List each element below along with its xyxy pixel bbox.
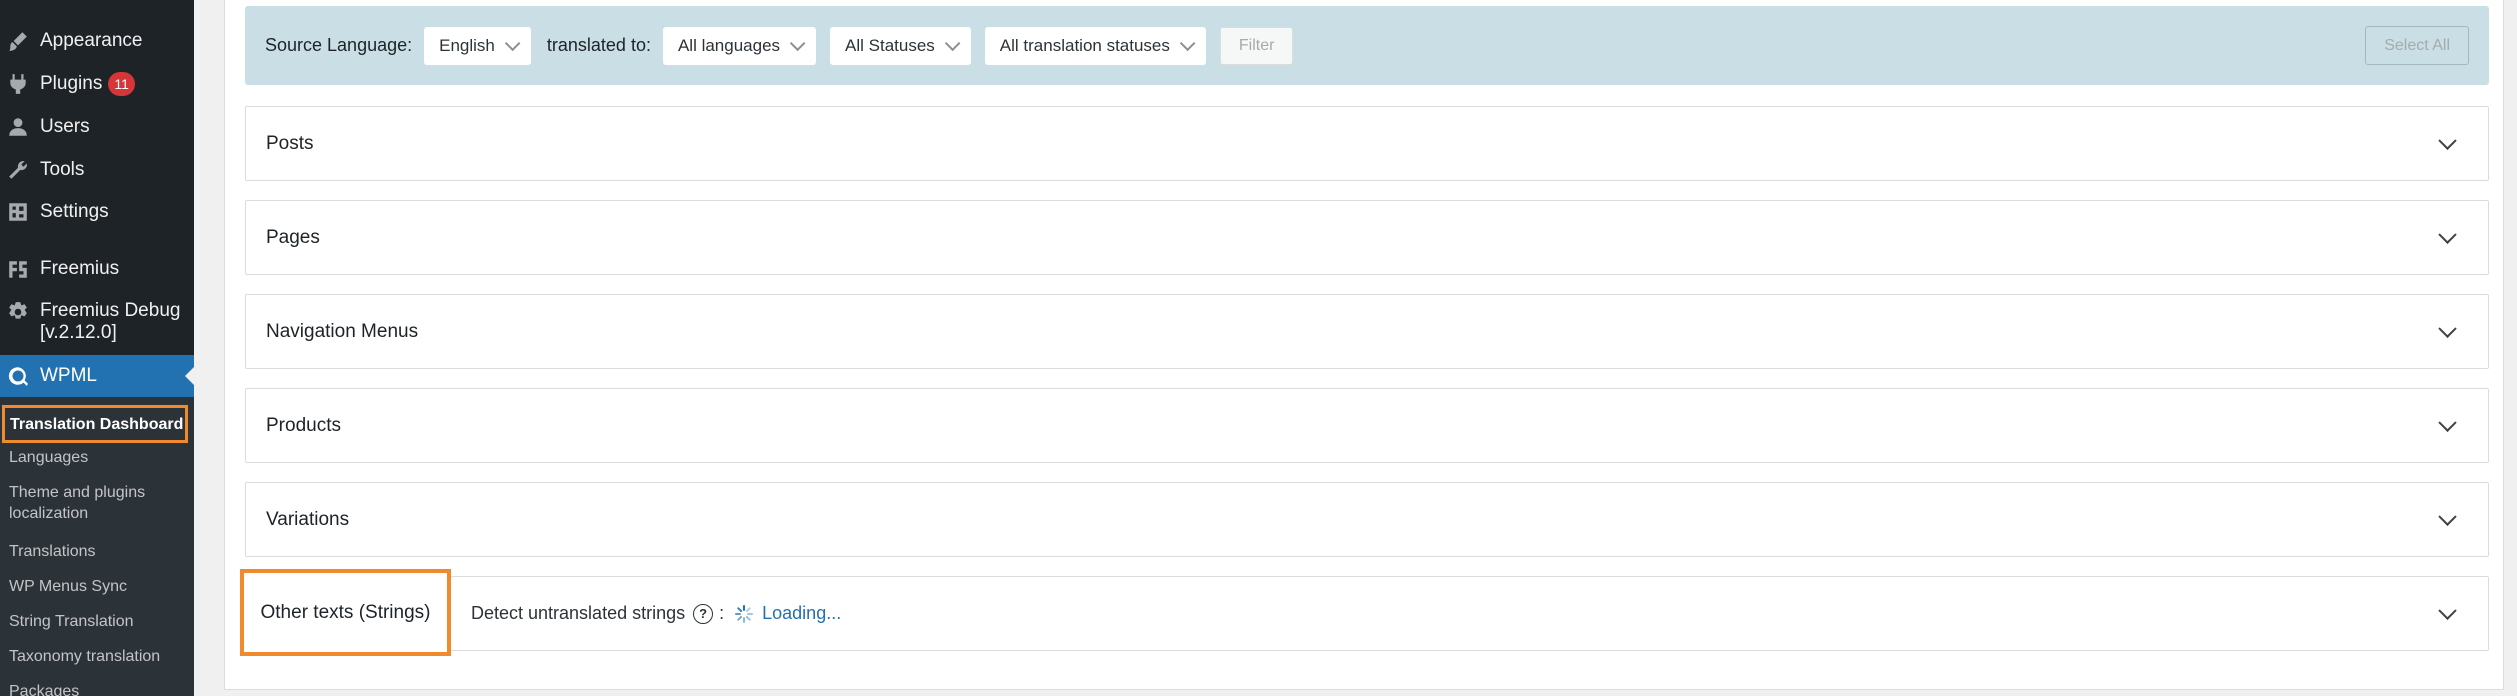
section-variations[interactable]: Variations: [245, 482, 2489, 557]
section-navigation-menus[interactable]: Navigation Menus: [245, 294, 2489, 369]
submenu-label: Theme and plugins: [9, 484, 146, 501]
settings-icon: [6, 200, 30, 224]
section-title: Products: [266, 414, 341, 436]
chevron-down-icon[interactable]: [2438, 131, 2457, 150]
select-value: All languages: [677, 35, 781, 55]
submenu-item-theme-plugins-localization[interactable]: Theme and plugins localization: [9, 482, 189, 524]
sidebar-item-label: Appearance: [40, 30, 143, 51]
translated-to-label: translated to:: [546, 35, 651, 55]
sidebar-item-label: Freemius: [40, 258, 120, 279]
section-title: Navigation Menus: [266, 320, 419, 342]
wpml-icon: [6, 364, 30, 388]
submenu-item-packages[interactable]: Packages: [9, 681, 189, 696]
section-posts[interactable]: Posts: [245, 106, 2489, 181]
section-other-texts-strings[interactable]: Other texts (Strings) Detect untranslate…: [240, 569, 2489, 656]
wpml-submenu: Translation Dashboard Languages Theme an…: [0, 397, 194, 696]
translation-dashboard-panel: Source Language: English translated to: …: [224, 0, 2504, 690]
sidebar-item-label: Freemius Debug: [40, 300, 181, 321]
submenu-item-languages[interactable]: Languages: [9, 447, 189, 468]
select-all-button[interactable]: Select All: [2365, 26, 2469, 65]
chevron-down-icon: [789, 35, 806, 52]
admin-sidebar: Appearance Plugins 11 Users Tools Settin…: [0, 0, 194, 696]
sidebar-item-label: Plugins: [40, 73, 103, 94]
source-language-label: Source Language:: [265, 35, 413, 55]
sidebar-item-plugins[interactable]: Plugins 11: [0, 63, 194, 105]
submenu-item-wp-menus-sync[interactable]: WP Menus Sync: [9, 576, 189, 597]
sidebar-item-label: Tools: [40, 159, 85, 180]
status-select[interactable]: All Statuses: [830, 26, 971, 65]
sidebar-item-wpml[interactable]: WPML: [0, 355, 194, 397]
chevron-down-icon[interactable]: [2438, 225, 2457, 244]
freemius-icon: [6, 257, 30, 281]
section-title: Variations: [266, 508, 350, 530]
filter-button[interactable]: Filter: [1219, 26, 1294, 65]
loading-status: Loading...: [762, 603, 842, 623]
update-count-badge: 11: [108, 72, 135, 96]
plug-icon: [6, 72, 30, 96]
chevron-down-icon: [504, 35, 521, 52]
detect-untranslated-strings: Detect untranslated strings ? : Loading.…: [471, 577, 841, 650]
wrench-icon: [6, 158, 30, 182]
translation-status-select[interactable]: All translation statuses: [984, 26, 1206, 65]
submenu-item-translations[interactable]: Translations: [9, 541, 189, 562]
chevron-down-icon[interactable]: [2438, 413, 2457, 432]
select-value: English: [439, 35, 495, 55]
chevron-down-icon[interactable]: [2438, 319, 2457, 338]
sidebar-item-settings[interactable]: Settings: [0, 191, 194, 233]
section-title: Pages: [266, 226, 320, 248]
submenu-item-taxonomy-translation[interactable]: Taxonomy translation: [9, 646, 189, 667]
select-value: All Statuses: [845, 35, 935, 55]
submenu-item-string-translation[interactable]: String Translation: [9, 611, 189, 632]
filter-bar: Source Language: English translated to: …: [245, 6, 2489, 85]
submenu-item-translation-dashboard[interactable]: Translation Dashboard: [2, 405, 188, 443]
source-language-select[interactable]: English: [424, 26, 531, 65]
sidebar-item-users[interactable]: Users: [0, 106, 194, 148]
section-products[interactable]: Products: [245, 388, 2489, 463]
colon-separator: :: [719, 603, 725, 623]
brush-icon: [6, 29, 30, 53]
target-language-select[interactable]: All languages: [662, 26, 817, 65]
section-title: Posts: [266, 132, 314, 154]
sidebar-item-freemius[interactable]: Freemius: [0, 248, 194, 290]
submenu-label: localization: [9, 505, 89, 522]
chevron-down-icon[interactable]: [2438, 507, 2457, 526]
help-icon[interactable]: ?: [693, 603, 714, 624]
sidebar-item-label: WPML: [40, 365, 97, 386]
gear-icon: [6, 300, 30, 324]
active-indicator: [185, 367, 194, 385]
user-icon: [6, 115, 30, 139]
chevron-down-icon: [944, 35, 961, 52]
sidebar-item-label: Settings: [40, 201, 109, 222]
sidebar-item-appearance[interactable]: Appearance: [0, 20, 194, 62]
detect-label: Detect untranslated strings: [471, 603, 686, 623]
chevron-down-icon: [1179, 35, 1196, 52]
section-pages[interactable]: Pages: [245, 200, 2489, 275]
chevron-down-icon[interactable]: [2438, 601, 2457, 620]
sidebar-item-label: Users: [40, 116, 90, 137]
sidebar-item-tools[interactable]: Tools: [0, 149, 194, 191]
spinner-icon: [735, 604, 754, 623]
app-root: Appearance Plugins 11 Users Tools Settin…: [0, 0, 2517, 696]
sidebar-item-freemius-debug[interactable]: Freemius Debug [v.2.12.0]: [0, 290, 194, 352]
sidebar-item-label: [v.2.12.0]: [40, 322, 117, 343]
section-title-highlighted: Other texts (Strings): [240, 569, 451, 656]
select-value: All translation statuses: [999, 35, 1170, 55]
